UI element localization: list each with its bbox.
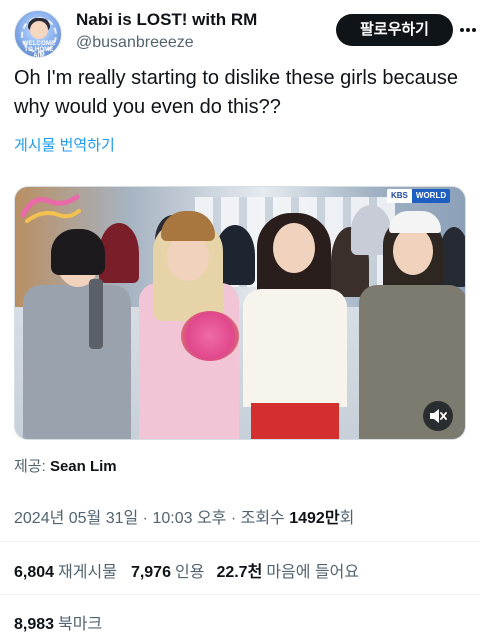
tweet-header: WELCOME TO HOME AIM Nabi is LOST! with R… (14, 8, 476, 58)
performer-body (23, 285, 131, 439)
user-info[interactable]: Nabi is LOST! with RM @busanbreeeze (76, 10, 257, 54)
source-name[interactable]: Sean Lim (50, 458, 117, 475)
quotes-stat[interactable]: 7,976 인용 (131, 558, 205, 582)
media-source: 제공: Sean Lim (14, 455, 117, 476)
likes-stat[interactable]: 22.7천 마음에 들어요 (216, 558, 359, 582)
bookmarks-count: 8,983 (14, 616, 55, 633)
views-label: 조회수 (240, 510, 285, 527)
tweet-meta: 2024년 05월 31일 · 10:03 오후 · 조회수 1492만회 (14, 504, 354, 528)
broadcaster-badge: KBS WORLD (387, 189, 451, 203)
user-handle[interactable]: @busanbreeeze (76, 32, 257, 54)
more-icon[interactable] (458, 16, 478, 44)
avatar-face (30, 21, 48, 39)
likes-label: 마음에 들어요 (266, 564, 360, 581)
bookmarks-stat[interactable]: 8,983 북마크 (14, 610, 102, 634)
performer (133, 207, 245, 439)
performer (19, 207, 135, 439)
channel-name: WORLD (411, 189, 451, 203)
divider (0, 594, 480, 595)
display-name[interactable]: Nabi is LOST! with RM (76, 10, 257, 30)
reposts-count: 6,804 (14, 564, 55, 581)
tweet-video[interactable]: KBS WORLD (14, 186, 466, 440)
translate-post-link[interactable]: 게시물 번역하기 (14, 134, 115, 155)
follow-button[interactable]: 팔로우하기 (336, 14, 453, 46)
trophy (89, 279, 103, 349)
performer-hair (51, 229, 105, 275)
divider (0, 541, 480, 542)
performer-head (393, 227, 433, 275)
quotes-label: 인용 (174, 564, 205, 581)
broadcaster-name: KBS (387, 189, 412, 203)
avatar-badge-text: WELCOME TO HOME AIM (22, 41, 56, 58)
reposts-stat[interactable]: 6,804 재게시물 (14, 558, 117, 582)
tweet-text: Oh I'm really starting to dislike these … (14, 67, 459, 118)
engagement-stats: 6,804 재게시물 7,976 인용 22.7천 마음에 들어요 (14, 558, 373, 582)
views-suffix: 회 (339, 510, 355, 527)
performer-body (243, 289, 347, 407)
bookmarks-label: 북마크 (58, 616, 103, 633)
quotes-count: 7,976 (130, 564, 171, 581)
views-value: 1492만 (289, 510, 340, 527)
source-label: 제공: (14, 458, 46, 475)
flower-bouquet (181, 311, 239, 361)
performer (237, 207, 353, 439)
performer-head (273, 223, 315, 273)
reposts-label: 재게시물 (58, 564, 117, 581)
mute-icon[interactable] (423, 401, 453, 431)
avatar[interactable]: WELCOME TO HOME AIM (14, 10, 62, 58)
likes-count: 22.7천 (216, 564, 263, 581)
performer-skirt (251, 403, 339, 439)
performer-beanie (161, 211, 215, 241)
timestamp[interactable]: 2024년 05월 31일 · 10:03 오후 · (14, 510, 236, 527)
performer-cap (389, 211, 441, 233)
